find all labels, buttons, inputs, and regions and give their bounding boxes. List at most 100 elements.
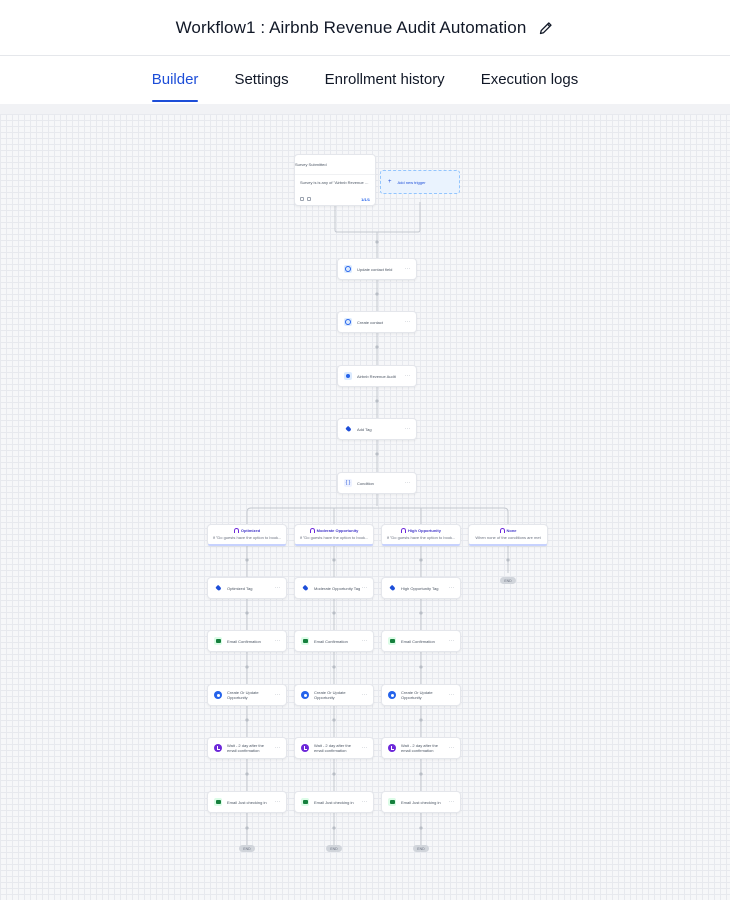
end-marker: END bbox=[413, 845, 429, 852]
step-label: Wait - 2 day after the email confirmatio… bbox=[227, 743, 264, 753]
branch-description: If "Do guests have the option to book... bbox=[299, 535, 369, 540]
action-add-tag[interactable]: Add Tag ··· bbox=[337, 418, 417, 440]
more-icon[interactable]: ··· bbox=[449, 585, 456, 591]
step-wait[interactable]: Wait - 2 day after the email confirmatio… bbox=[381, 737, 461, 759]
more-icon[interactable]: ··· bbox=[275, 745, 282, 751]
opportunity-icon bbox=[388, 691, 396, 699]
tab-bar: Builder Settings Enrollment history Exec… bbox=[0, 56, 730, 104]
settings-icon[interactable] bbox=[307, 197, 311, 201]
add-trigger-button[interactable]: + Add new trigger bbox=[380, 170, 460, 194]
email-icon bbox=[214, 637, 222, 645]
copy-icon[interactable] bbox=[300, 197, 304, 201]
action-label: Airbnb Revenue Audit bbox=[357, 373, 396, 379]
user-plus-icon bbox=[344, 318, 352, 326]
action-update-contact-field[interactable]: Update contact field ··· bbox=[337, 258, 417, 280]
step-label: High Opportunity Tag bbox=[401, 585, 439, 591]
step-optimized-tag[interactable]: Optimized Tag ··· bbox=[207, 577, 287, 599]
branch-high-opportunity[interactable]: High Opportunity If "Do guests have the … bbox=[381, 524, 461, 546]
more-icon[interactable]: ··· bbox=[449, 692, 456, 698]
step-label: Optimized Tag bbox=[227, 585, 253, 591]
step-email-just-checking-in[interactable]: Email Just checking in ··· bbox=[294, 791, 374, 813]
action-airbnb-revenue-audit[interactable]: Airbnb Revenue Audit ··· bbox=[337, 365, 417, 387]
end-marker: END bbox=[500, 577, 516, 584]
opportunity-icon bbox=[301, 691, 309, 699]
step-moderate-opportunity-tag[interactable]: Moderate Opportunity Tag ··· bbox=[294, 577, 374, 599]
more-icon[interactable]: ··· bbox=[275, 638, 282, 644]
step-email-confirmation[interactable]: Email Confirmation ··· bbox=[381, 630, 461, 652]
clock-icon bbox=[214, 744, 222, 752]
step-label: Email Just checking in bbox=[401, 799, 441, 805]
step-create-or-update-opportunity[interactable]: Create Or Update Opportunity ··· bbox=[294, 684, 374, 706]
action-create-contact[interactable]: Create contact ··· bbox=[337, 311, 417, 333]
step-email-confirmation[interactable]: Email Confirmation ··· bbox=[207, 630, 287, 652]
branch-description: If "Do guests have the option to book... bbox=[212, 535, 282, 540]
tab-execution-logs[interactable]: Execution logs bbox=[481, 56, 579, 104]
condition-icon: { } bbox=[344, 479, 352, 487]
more-icon[interactable]: ··· bbox=[275, 692, 282, 698]
step-create-or-update-opportunity[interactable]: Create Or Update Opportunity ··· bbox=[207, 684, 287, 706]
more-icon[interactable]: ··· bbox=[362, 745, 369, 751]
clock-icon bbox=[301, 744, 309, 752]
more-icon[interactable]: ··· bbox=[362, 692, 369, 698]
user-icon bbox=[344, 265, 352, 273]
branch-name: High Opportunity bbox=[408, 528, 441, 533]
step-email-just-checking-in[interactable]: Email Just checking in ··· bbox=[207, 791, 287, 813]
action-label: Add Tag bbox=[357, 426, 372, 432]
more-icon[interactable]: ··· bbox=[449, 638, 456, 644]
email-icon bbox=[301, 798, 309, 806]
step-label: Wait - 2 day after the email confirmatio… bbox=[401, 743, 438, 753]
workflow-canvas[interactable] bbox=[0, 104, 730, 900]
branch-description: If "Do guests have the option to book... bbox=[386, 535, 456, 540]
branch-icon bbox=[309, 528, 315, 533]
tab-settings[interactable]: Settings bbox=[234, 56, 288, 104]
more-icon[interactable]: ··· bbox=[405, 319, 412, 325]
more-icon[interactable]: ··· bbox=[362, 638, 369, 644]
end-marker: END bbox=[326, 845, 342, 852]
tag-icon bbox=[301, 584, 309, 592]
trigger-card[interactable]: Survey Submitted Survey is is any of "Ai… bbox=[294, 154, 376, 206]
more-icon[interactable]: ··· bbox=[405, 480, 412, 486]
more-icon[interactable]: ··· bbox=[362, 799, 369, 805]
step-label: Email Confirmation bbox=[227, 638, 261, 644]
step-wait[interactable]: Wait - 2 day after the email confirmatio… bbox=[207, 737, 287, 759]
more-icon[interactable]: ··· bbox=[275, 799, 282, 805]
clock-icon bbox=[388, 744, 396, 752]
branch-name: Optimized bbox=[240, 528, 261, 533]
branch-name: None bbox=[506, 528, 517, 533]
action-label: Create contact bbox=[357, 319, 384, 325]
email-icon bbox=[388, 637, 396, 645]
branch-name: Moderate Opportunity bbox=[316, 528, 359, 533]
trigger-label: Survey Submitted bbox=[295, 162, 327, 167]
step-create-or-update-opportunity[interactable]: Create Or Update Opportunity ··· bbox=[381, 684, 461, 706]
branch-none[interactable]: None When none of the conditions are met bbox=[468, 524, 548, 546]
step-email-just-checking-in[interactable]: Email Just checking in ··· bbox=[381, 791, 461, 813]
pencil-icon[interactable] bbox=[538, 20, 554, 36]
tag-icon bbox=[388, 584, 396, 592]
branch-optimized[interactable]: Optimized If "Do guests have the option … bbox=[207, 524, 287, 546]
more-icon[interactable]: ··· bbox=[449, 799, 456, 805]
add-trigger-label: Add new trigger bbox=[397, 179, 426, 185]
action-condition[interactable]: { } Condition ··· bbox=[337, 472, 417, 494]
step-label: Create Or Update Opportunity bbox=[314, 690, 346, 700]
action-label: Update contact field bbox=[357, 266, 393, 272]
step-label: Email Confirmation bbox=[314, 638, 348, 644]
branch-icon bbox=[401, 528, 407, 533]
action-label: Condition bbox=[357, 480, 374, 486]
tab-enrollment-history[interactable]: Enrollment history bbox=[325, 56, 445, 104]
connector-lines bbox=[245, 202, 510, 845]
branch-moderate-opportunity[interactable]: Moderate Opportunity If "Do guests have … bbox=[294, 524, 374, 546]
more-icon[interactable]: ··· bbox=[275, 585, 282, 591]
form-icon bbox=[344, 372, 352, 380]
more-icon[interactable]: ··· bbox=[405, 373, 412, 379]
step-email-confirmation[interactable]: Email Confirmation ··· bbox=[294, 630, 374, 652]
step-high-opportunity-tag[interactable]: High Opportunity Tag ··· bbox=[381, 577, 461, 599]
more-icon[interactable]: ··· bbox=[449, 745, 456, 751]
tab-builder[interactable]: Builder bbox=[151, 56, 198, 104]
more-icon[interactable]: ··· bbox=[405, 426, 412, 432]
step-wait[interactable]: Wait - 2 day after the email confirmatio… bbox=[294, 737, 374, 759]
tag-icon bbox=[344, 425, 352, 433]
more-icon[interactable]: ··· bbox=[405, 266, 412, 272]
more-icon[interactable]: ··· bbox=[362, 585, 369, 591]
step-label: Email Just checking in bbox=[227, 799, 267, 805]
step-label: Email Just checking in bbox=[314, 799, 354, 805]
